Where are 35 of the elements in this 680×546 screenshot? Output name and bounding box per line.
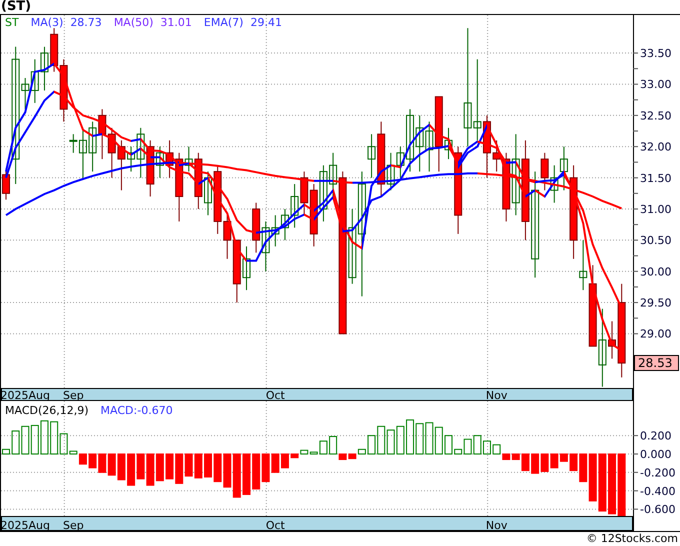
legend-value: 29.41 (250, 16, 282, 30)
legend-label: MA(3) (30, 16, 64, 30)
date-label: Oct (266, 389, 285, 401)
axis-label: -0.400 (640, 484, 676, 498)
date-label: 2025Aug (1, 389, 50, 401)
axis-label: 29.50 (640, 296, 672, 310)
axis-label: 33.50 (640, 47, 672, 60)
legend-label: EMA(7) (204, 16, 244, 30)
axis-label: 31.00 (640, 202, 672, 216)
legend-label: ST (5, 16, 19, 30)
legend-label: MACD:-0.670 (100, 404, 173, 418)
legend-value: 31.01 (160, 16, 192, 30)
date-label: Nov (486, 389, 508, 401)
date-label: Sep (62, 389, 84, 401)
legend-value: 28.73 (70, 16, 102, 30)
axis-label: 0.000 (640, 448, 672, 461)
axis-label: 33.00 (640, 78, 672, 92)
copyright-text: © 12Stocks.com (586, 532, 678, 546)
last-price-tag: 28.53 (634, 355, 679, 372)
axis-label: 32.00 (640, 140, 672, 154)
date-label: Nov (486, 519, 508, 531)
axis-label: 0.200 (640, 430, 672, 443)
axis-label: 32.50 (640, 109, 672, 122)
date-label: 2025Aug (1, 519, 50, 531)
axis-label: -0.600 (640, 503, 676, 516)
axis-label: 31.50 (640, 172, 672, 185)
date-label: Sep (62, 519, 84, 531)
date-label: Oct (266, 519, 285, 531)
chart-title: (ST) (1, 0, 32, 14)
legend-label: MA(50) (114, 16, 154, 30)
axis-label: -0.200 (640, 466, 676, 480)
axis-label: 30.00 (640, 265, 672, 278)
legend-label: MACD(26,12,9) (5, 404, 89, 418)
axis-label: 29.00 (640, 328, 672, 341)
axis-label: 30.50 (640, 234, 672, 248)
